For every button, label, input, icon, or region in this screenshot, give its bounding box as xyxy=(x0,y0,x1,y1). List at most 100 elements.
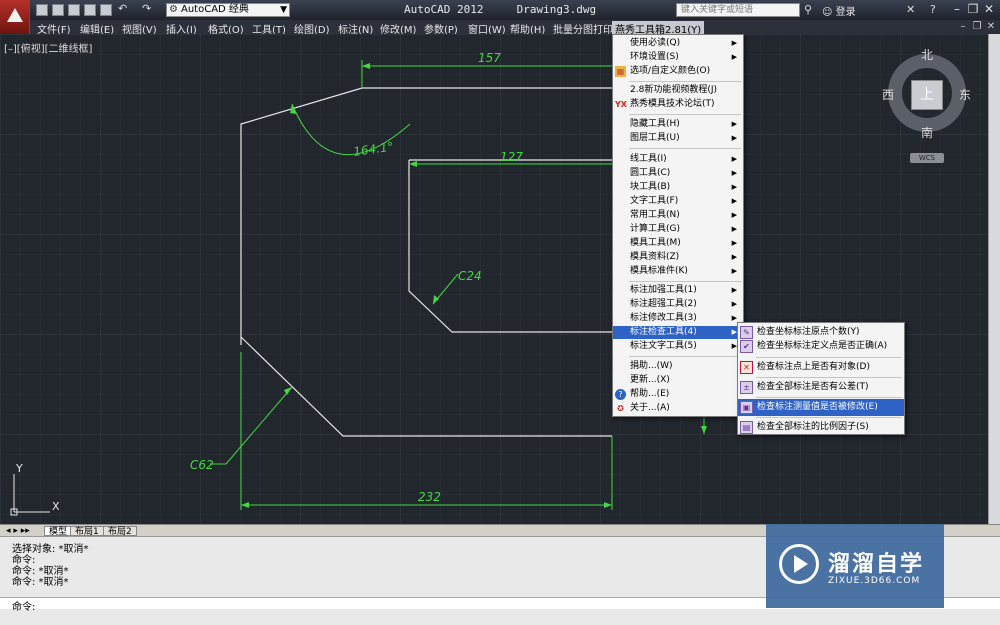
menu-item-icon xyxy=(615,119,626,130)
menu-item-label: 更新...(X) xyxy=(630,375,670,385)
grid xyxy=(0,34,988,524)
autocad-logo-icon xyxy=(7,8,23,22)
close-button[interactable]: ✕ xyxy=(976,1,1000,17)
submenu-arrow-icon: ▶ xyxy=(731,300,737,308)
viewcube-top-face[interactable]: 上 xyxy=(911,80,943,110)
menu-item-video[interactable]: 2.8新功能视频教程(J) xyxy=(613,84,743,97)
menu-item-env[interactable]: 环境设置(S) ▶ xyxy=(613,51,743,64)
help-icon: ? xyxy=(615,389,626,400)
menu-item-icon xyxy=(615,85,626,96)
watermark-url: ZIXUE.3D66.COM xyxy=(828,576,921,586)
menu-item-icon xyxy=(615,299,626,310)
menu-item-calc-tools[interactable]: 计算工具(G) ▶ xyxy=(613,223,743,236)
menu-separator xyxy=(629,281,741,282)
tab-model[interactable]: 模型 xyxy=(44,526,73,537)
menu-item-hide-tools[interactable]: 隐藏工具(H) ▶ xyxy=(613,118,743,131)
submenu-item-label: 检查坐标标注定义点是否正确(A) xyxy=(757,341,888,351)
cross-icon: ✕ xyxy=(740,361,753,374)
drawing-svg: 157 127 164.1° C24 C62 232 Y X xyxy=(0,34,988,524)
menu-separator xyxy=(629,148,741,149)
viewcube-west[interactable]: 西 xyxy=(882,86,894,103)
menu-item-options[interactable]: ▦ 选项/自定义颜色(O) xyxy=(613,65,743,78)
tab-layout2[interactable]: 布局2 xyxy=(103,526,137,537)
tab-nav-arrows[interactable]: ◂ ▸ ▸▸ xyxy=(2,526,34,536)
viewcube-east[interactable]: 东 xyxy=(959,86,971,103)
menu-item-dim-text[interactable]: 标注文字工具(5) ▶ xyxy=(613,340,743,353)
open-file-icon[interactable] xyxy=(52,4,64,16)
tab-layout1[interactable]: 布局1 xyxy=(70,526,104,537)
search-input[interactable]: 键入关键字或短语 xyxy=(676,3,800,17)
menu-bar: 文件(F) 编辑(E) 视图(V) 插入(I) 格式(O) 工具(T) 绘图(D… xyxy=(30,20,1000,36)
submenu-item-check-scale[interactable]: ▤ 检查全部标注的比例因子(S) xyxy=(738,419,904,436)
menu-item-icon xyxy=(615,313,626,324)
save-as-icon[interactable] xyxy=(84,4,96,16)
menu-item-dim-super[interactable]: 标注超强工具(2) ▶ xyxy=(613,298,743,311)
menu-item-donate[interactable]: 捐助...(W) xyxy=(613,360,743,373)
user-icon: ☺ xyxy=(822,7,833,18)
palette-icon: ▦ xyxy=(615,66,626,77)
submenu-item-label: 检查标注点上是否有对象(D) xyxy=(757,362,870,372)
undo-icon[interactable]: ↶ xyxy=(118,3,130,16)
menu-item-icon xyxy=(615,168,626,179)
menu-item-icon xyxy=(615,52,626,63)
application-button[interactable] xyxy=(0,0,30,34)
search-icon[interactable]: ⚲ xyxy=(804,3,812,16)
wcs-button[interactable]: WCS xyxy=(910,153,944,163)
submenu-item-check-measurement[interactable]: ▣ 检查标注测量值是否被修改(E) xyxy=(738,399,904,416)
viewcube-north[interactable]: 北 xyxy=(921,46,933,63)
menu-item-line-tools[interactable]: 线工具(I) ▶ xyxy=(613,153,743,166)
submenu-item-label: 检查全部标注是否有公差(T) xyxy=(757,382,869,392)
login-link[interactable]: ☺ 登录 xyxy=(822,3,856,18)
menu-item-update[interactable]: 更新...(X) xyxy=(613,374,743,387)
submenu-arrow-icon: ▶ xyxy=(731,225,737,233)
print-icon[interactable] xyxy=(100,4,112,16)
doc-restore-button[interactable]: ❐ xyxy=(970,21,984,33)
exchange-icon[interactable]: ✕ xyxy=(906,3,915,16)
submenu-separator xyxy=(756,377,902,378)
menu-item-block-tools[interactable]: 块工具(B) ▶ xyxy=(613,181,743,194)
doc-minimize-button[interactable]: – xyxy=(956,21,970,33)
save-icon[interactable] xyxy=(68,4,80,16)
menu-item-mold-data[interactable]: 模具资料(Z) ▶ xyxy=(613,251,743,264)
doc-close-button[interactable]: ✕ xyxy=(984,21,998,33)
workspace-label: AutoCAD 经典 xyxy=(181,4,249,15)
new-file-icon[interactable] xyxy=(36,4,48,16)
viewport-label[interactable]: [–][俯视][二维线框] xyxy=(4,40,92,55)
workspace-dropdown[interactable]: ⚙ AutoCAD 经典 ▼ xyxy=(166,3,290,17)
menu-item-usage[interactable]: 使用必读(Q) ▶ xyxy=(613,37,743,50)
about-icon: ✪ xyxy=(617,404,624,413)
menu-item-label: 图层工具(U) xyxy=(630,133,680,143)
submenu-item-check-define-point[interactable]: ✔ 检查坐标标注定义点是否正确(A) xyxy=(738,338,904,355)
submenu-item-check-object[interactable]: ✕ 检查标注点上是否有对象(D) xyxy=(738,359,904,376)
menu-item-circle-tools[interactable]: 圆工具(C) ▶ xyxy=(613,167,743,180)
submenu-item-check-tolerance[interactable]: ± 检查全部标注是否有公差(T) xyxy=(738,379,904,396)
menu-item-about[interactable]: ✪ 关于...(A) xyxy=(613,402,743,415)
dim-c24: C24 xyxy=(458,269,482,283)
submenu-arrow-icon: ▶ xyxy=(731,267,737,275)
menu-item-common-tools[interactable]: 常用工具(N) ▶ xyxy=(613,209,743,222)
menu-item-dim-enhance[interactable]: 标注加强工具(1) ▶ xyxy=(613,284,743,297)
menu-item-label: 捐助...(W) xyxy=(630,361,673,371)
menu-item-forum[interactable]: YX 燕秀模具技术论坛(T) xyxy=(613,98,743,111)
menu-item-mold-tools[interactable]: 模具工具(M) ▶ xyxy=(613,237,743,250)
drawing-canvas[interactable]: 157 127 164.1° C24 C62 232 Y X xyxy=(0,34,988,524)
submenu-arrow-icon: ▶ xyxy=(731,253,737,261)
menu-item-icon xyxy=(615,285,626,296)
redo-icon[interactable]: ↷ xyxy=(142,3,154,16)
menu-item-help[interactable]: ? 帮助...(E) xyxy=(613,388,743,401)
vertical-scrollbar[interactable] xyxy=(988,34,1000,524)
viewcube-south[interactable]: 南 xyxy=(921,124,933,141)
dim-232: 232 xyxy=(418,490,441,504)
menu-item-label: 隐藏工具(H) xyxy=(630,119,680,129)
submenu-separator xyxy=(756,357,902,358)
submenu-arrow-icon: ▶ xyxy=(731,286,737,294)
menu-item-icon xyxy=(615,341,626,352)
help-icon[interactable]: ? xyxy=(930,3,936,16)
menu-item-label: 标注检查工具(4) xyxy=(630,327,697,337)
menu-item-label: 标注超强工具(2) xyxy=(630,299,697,309)
menu-item-layer-tools[interactable]: 图层工具(U) ▶ xyxy=(613,132,743,145)
menu-item-dim-check[interactable]: 标注检查工具(4) ▶ xyxy=(613,326,743,339)
menu-item-text-tools[interactable]: 文字工具(F) ▶ xyxy=(613,195,743,208)
menu-item-mold-standard[interactable]: 模具标准件(K) ▶ xyxy=(613,265,743,278)
menu-item-dim-modify[interactable]: 标注修改工具(3) ▶ xyxy=(613,312,743,325)
